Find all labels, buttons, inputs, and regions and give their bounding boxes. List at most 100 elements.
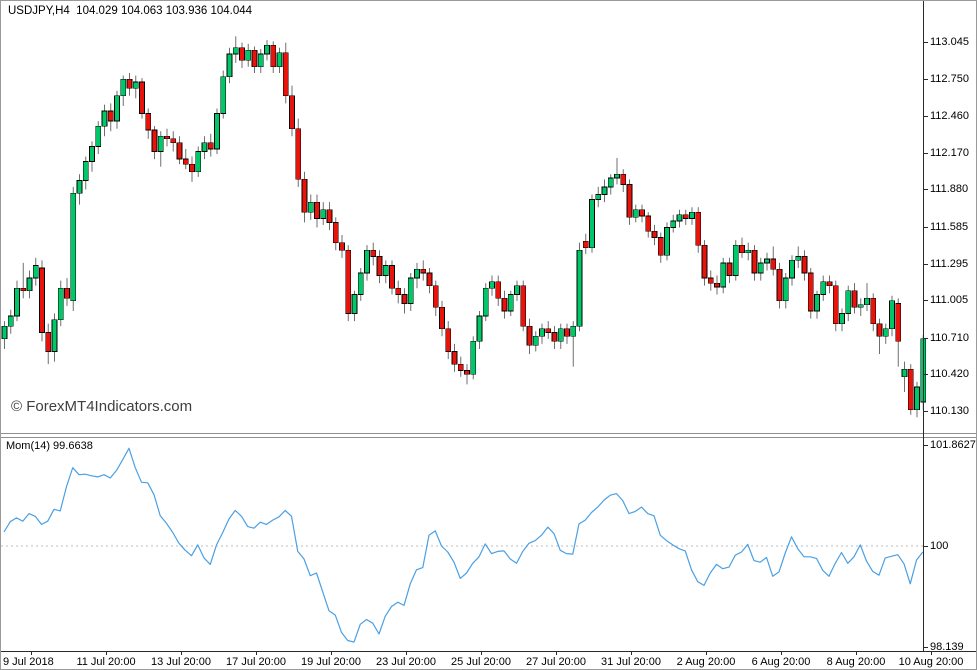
candle-body: [232, 47, 239, 55]
price-axis-label: 110.130: [930, 404, 969, 417]
mt4-chart-window: USDJPY,H4 104.029 104.063 103.936 104.04…: [0, 0, 977, 670]
price-axis-label: 113.045: [930, 36, 969, 48]
candle-body: [214, 113, 220, 150]
candle-body: [345, 249, 352, 314]
candle-body: [120, 78, 127, 97]
candle-body: [870, 297, 877, 325]
candle-body: [451, 351, 458, 365]
candle-body: [145, 113, 152, 131]
candle-body: [639, 209, 645, 217]
candle-body: [664, 227, 670, 256]
candle-body: [564, 328, 570, 337]
time-axis-tick: [406, 651, 407, 655]
candle-body: [507, 294, 514, 312]
candle-body: [501, 297, 508, 312]
time-axis-tick: [31, 651, 32, 655]
candle-body: [57, 287, 64, 321]
time-axis-tick: [331, 651, 332, 655]
time-axis-tick: [631, 651, 632, 655]
candle-body: [720, 262, 727, 288]
momentum-indicator-pane[interactable]: [1, 438, 976, 651]
candle-body: [732, 244, 739, 276]
price-axis-tick: [923, 374, 928, 376]
candle-body: [76, 180, 83, 194]
candle-body: [557, 328, 564, 342]
candle-body: [1, 325, 8, 340]
momentum-line-chart[interactable]: [1, 438, 927, 651]
time-axis-label: 6 Aug 20:00: [751, 656, 811, 668]
time-axis-label: 9 Jul 2018: [3, 656, 54, 668]
price-axis-label: 112.460: [930, 110, 969, 123]
candle-body: [307, 201, 314, 213]
candle-body: [439, 306, 445, 330]
candle-body: [51, 319, 58, 352]
candle-body: [489, 281, 495, 289]
candle-body: [282, 52, 289, 97]
candle-body: [201, 142, 208, 152]
candle-body: [301, 178, 308, 213]
candle-body: [576, 249, 583, 327]
candle-body: [376, 256, 383, 276]
candle-body: [832, 285, 839, 325]
candle-body: [745, 249, 752, 254]
candle-body: [601, 186, 608, 195]
candle-body: [264, 44, 270, 55]
candle-body: [457, 363, 464, 371]
candle-body: [314, 201, 320, 219]
price-axis-tick: [923, 300, 928, 302]
candle-body: [739, 244, 745, 254]
time-axis-tick: [481, 651, 482, 655]
candle-body: [414, 268, 420, 279]
price-axis-tick: [923, 337, 928, 339]
time-axis-tick: [256, 651, 257, 655]
candle-body: [432, 285, 439, 308]
candle-body: [220, 76, 227, 114]
price-axis-tick: [923, 226, 928, 228]
candle-body: [676, 214, 683, 222]
pane-separator-top[interactable]: [1, 433, 976, 434]
candle-body: [114, 95, 120, 122]
time-axis-label: 13 Jul 20:00: [151, 656, 211, 668]
candle-body: [607, 177, 614, 188]
candle-body: [464, 370, 470, 375]
candle-body: [789, 259, 795, 279]
time-axis-tick: [931, 651, 932, 655]
time-axis-tick: [556, 651, 557, 655]
price-chart-pane[interactable]: USDJPY,H4 104.029 104.063 103.936 104.04…: [1, 1, 976, 433]
candle-body: [857, 304, 864, 308]
candle-body: [164, 135, 170, 140]
candle-body: [101, 110, 108, 127]
candle-body: [401, 294, 408, 304]
candle-body: [632, 209, 639, 218]
candle-body: [332, 222, 339, 244]
candle-body: [189, 163, 195, 173]
candle-body: [245, 49, 252, 61]
candle-body: [907, 368, 914, 411]
candle-body: [782, 277, 789, 302]
candle-body: [207, 142, 214, 150]
candle-body: [582, 240, 589, 249]
candle-body: [320, 209, 327, 219]
candle-body: [645, 215, 652, 232]
candle-body: [82, 161, 89, 181]
candle-body: [176, 142, 183, 160]
candle-body: [157, 135, 164, 152]
candle-body: [539, 328, 545, 337]
candle-body: [132, 81, 139, 89]
candle-body: [695, 211, 702, 246]
candle-body: [807, 272, 814, 312]
price-axis-tick: [923, 116, 928, 118]
time-axis-tick: [706, 651, 707, 655]
time-axis-label: 31 Jul 20:00: [601, 656, 661, 668]
candle-body: [126, 78, 133, 89]
candle-body: [26, 277, 33, 292]
candle-body: [470, 340, 477, 375]
time-axis-label: 27 Jul 20:00: [526, 656, 586, 668]
time-axis-line: [1, 651, 976, 652]
momentum-indicator-label: Mom(14) 99.6638: [6, 440, 93, 452]
candlestick-chart[interactable]: [1, 1, 927, 433]
price-axis-label: 111.295: [930, 257, 969, 270]
candle-body: [914, 386, 920, 411]
candle-body: [289, 95, 295, 130]
candle-body: [514, 285, 520, 295]
